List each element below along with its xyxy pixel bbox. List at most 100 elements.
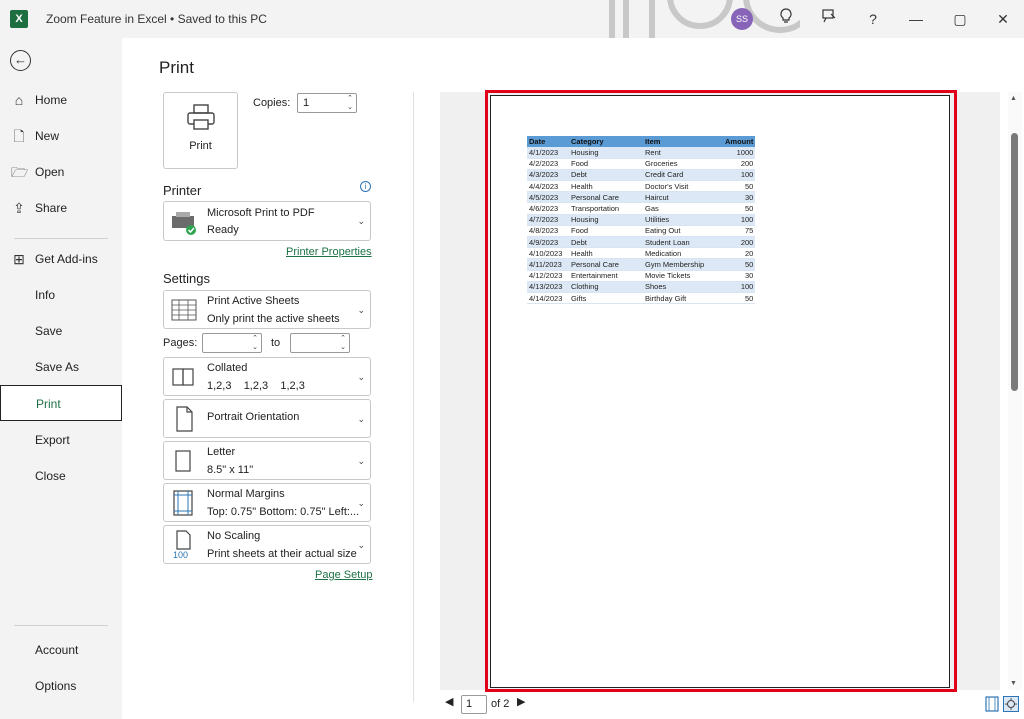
- setting-label: Portrait Orientation: [207, 411, 300, 423]
- nav-item-account[interactable]: Account: [0, 632, 122, 668]
- close-icon[interactable]: ✕: [992, 8, 1014, 30]
- table-cell: 4/3/2023: [527, 169, 569, 182]
- nav-item-info[interactable]: Info: [0, 277, 122, 313]
- title-bar: X Zoom Feature in Excel • Saved to this …: [0, 0, 1024, 38]
- copies-stepper[interactable]: 1 ⌃ ⌄: [297, 93, 357, 113]
- table-cell: Personal Care: [569, 258, 643, 271]
- table-cell: Credit Card: [643, 169, 723, 182]
- nav-item-print[interactable]: Print: [0, 385, 122, 421]
- lightbulb-icon[interactable]: [775, 8, 797, 30]
- zoom-to-page-icon[interactable]: [1003, 696, 1019, 712]
- table-cell: 4/11/2023: [527, 258, 569, 271]
- excel-backstage-print: X Zoom Feature in Excel • Saved to this …: [0, 0, 1024, 719]
- nav-item-save[interactable]: Save: [0, 313, 122, 349]
- orientation-select[interactable]: Portrait Orientation ⌄: [163, 399, 371, 438]
- column-divider: [413, 92, 414, 702]
- next-page-icon[interactable]: ▶: [517, 695, 525, 708]
- table-cell: Clothing: [569, 281, 643, 293]
- table-row: 4/4/2023 Health Doctor's Visit 50: [527, 180, 756, 193]
- nav-item-label: Account: [35, 643, 79, 657]
- table-cell: 100: [723, 214, 756, 226]
- table-cell: Utilities: [643, 214, 723, 226]
- pages-from-stepper[interactable]: ⌃ ⌄: [202, 333, 262, 353]
- setting-sublabel: 1,2,3 1,2,3 1,2,3: [207, 380, 305, 392]
- table-cell: Food: [569, 158, 643, 170]
- printer-select[interactable]: Microsoft Print to PDF Ready ⌄: [163, 201, 371, 241]
- nav-item-new[interactable]: 🗋 New: [0, 118, 122, 154]
- nav-item-share[interactable]: ⇪ Share: [0, 190, 122, 226]
- nav-item-label: Open: [35, 165, 65, 179]
- table-cell: Student Loan: [643, 236, 723, 249]
- pages-label: Pages:: [163, 337, 198, 349]
- share-icon: ⇪: [13, 200, 25, 216]
- chevron-down-icon: ⌄: [357, 305, 365, 315]
- paper-size-select[interactable]: Letter 8.5" x 11" ⌄: [163, 441, 371, 480]
- setting-label: Letter: [207, 446, 236, 458]
- table-row: 4/8/2023 Food Eating Out 75: [527, 225, 756, 238]
- previous-page-icon[interactable]: ◀: [445, 695, 453, 708]
- table-row: 4/14/2023 Gifts Birthday Gift 50: [527, 292, 756, 305]
- back-arrow-icon[interactable]: ←: [10, 50, 31, 71]
- nav-item-label: Close: [35, 469, 66, 483]
- page-number-input[interactable]: 1: [461, 695, 487, 714]
- nav-item-open[interactable]: 🗁 Open: [0, 154, 122, 190]
- nav-item-get-add-ins[interactable]: ⊞ Get Add-ins: [0, 241, 122, 277]
- page-count-label: of 2: [491, 698, 510, 710]
- page-setup-link[interactable]: Page Setup: [315, 569, 373, 581]
- chevron-down-icon: ⌄: [357, 498, 365, 508]
- user-avatar[interactable]: SS: [731, 8, 753, 30]
- nav-item-options[interactable]: Options: [0, 668, 122, 704]
- table-cell: Gas: [643, 202, 723, 215]
- table-cell: 4/10/2023: [527, 247, 569, 260]
- stepper-arrows-icon[interactable]: ⌃ ⌄: [252, 334, 258, 352]
- printer-properties-link[interactable]: Printer Properties: [286, 246, 372, 258]
- minimize-icon[interactable]: —: [905, 8, 927, 30]
- table-cell: Food: [569, 225, 643, 238]
- nav-item-label: Save As: [35, 360, 80, 374]
- printer-name: Microsoft Print to PDF: [207, 207, 315, 219]
- nav-item-label: New: [35, 129, 60, 143]
- new-document-icon: 🗋: [13, 128, 25, 144]
- nav-item-label: Info: [35, 288, 56, 302]
- table-cell: 20: [723, 247, 756, 260]
- nav-item-home[interactable]: ⌂ Home: [0, 82, 122, 118]
- table-cell: 30: [723, 191, 756, 204]
- table-cell: Gym Membership: [643, 258, 723, 271]
- table-cell: Entertainment: [569, 270, 643, 282]
- scrollbar-thumb[interactable]: [1011, 133, 1018, 391]
- help-icon[interactable]: ?: [862, 8, 884, 30]
- table-cell: 4/2/2023: [527, 158, 569, 170]
- collation-select[interactable]: Collated 1,2,3 1,2,3 1,2,3 ⌄: [163, 357, 371, 396]
- print-button[interactable]: Print: [163, 92, 238, 169]
- table-cell: Health: [569, 180, 643, 193]
- stepper-arrows-icon[interactable]: ⌃ ⌄: [340, 334, 346, 352]
- printer-device-icon: [172, 212, 196, 235]
- table-cell: 4/14/2023: [527, 292, 569, 305]
- scroll-up-icon[interactable]: ▲: [1010, 95, 1017, 102]
- column-header: Item: [643, 136, 723, 147]
- scaling-select[interactable]: 100 No Scaling Print sheets at their act…: [163, 525, 371, 564]
- coauthor-icon[interactable]: [818, 8, 840, 30]
- margins-icon: [173, 490, 193, 516]
- margins-select[interactable]: Normal Margins Top: 0.75" Bottom: 0.75" …: [163, 483, 371, 522]
- table-cell: Doctor's Visit: [643, 180, 723, 193]
- pages-to-stepper[interactable]: ⌃ ⌄: [290, 333, 350, 353]
- restore-icon[interactable]: ▢: [949, 8, 971, 30]
- nav-item-save-as[interactable]: Save As: [0, 349, 122, 385]
- nav-item-label: Save: [35, 324, 63, 338]
- table-row: 4/1/2023 Housing Rent 1000: [527, 147, 756, 159]
- show-margins-icon[interactable]: [984, 696, 1000, 712]
- paper-size-icon: [175, 450, 191, 472]
- table-row: 4/5/2023 Personal Care Haircut 30: [527, 191, 756, 204]
- copies-value: 1: [303, 97, 310, 109]
- nav-item-export[interactable]: Export: [0, 422, 122, 458]
- document-title[interactable]: Zoom Feature in Excel • Saved to this PC: [46, 12, 267, 26]
- print-what-select[interactable]: Print Active Sheets Only print the activ…: [163, 290, 371, 329]
- scroll-down-icon[interactable]: ▼: [1010, 680, 1017, 687]
- table-cell: Personal Care: [569, 191, 643, 204]
- nav-item-close[interactable]: Close: [0, 458, 122, 494]
- table-row: 4/2/2023 Food Groceries 200: [527, 158, 756, 170]
- stepper-arrows-icon[interactable]: ⌃ ⌄: [347, 94, 353, 112]
- info-icon[interactable]: i: [360, 181, 371, 192]
- table-cell: Haircut: [643, 191, 723, 204]
